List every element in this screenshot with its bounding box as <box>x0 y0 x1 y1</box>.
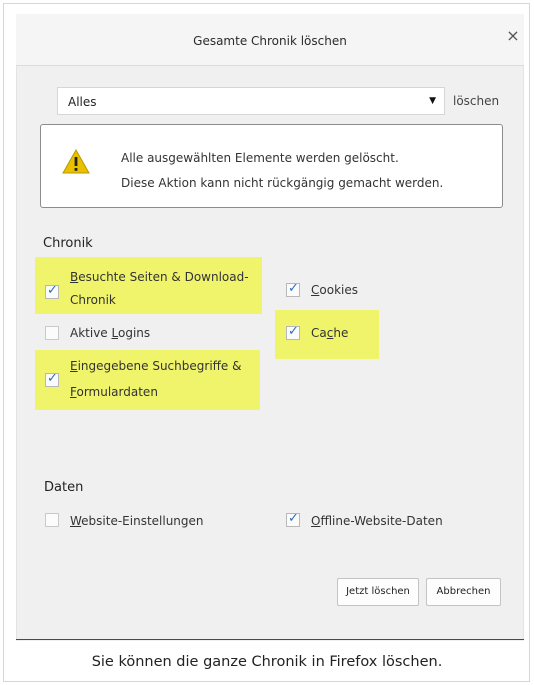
checkbox[interactable]: ✓ <box>45 371 59 387</box>
checkbox-label: Eingegebene Suchbegriffe & <box>70 359 242 373</box>
warning-line-1: Alle ausgewählten Elemente werden gelösc… <box>121 151 399 165</box>
checkbox[interactable]: ✓ <box>45 283 59 299</box>
checkbox[interactable]: ✓ <box>286 281 300 297</box>
caption-divider <box>16 639 524 640</box>
checkbox-label: Cookies <box>311 283 358 297</box>
warning-line-2: Diese Aktion kann nicht rückgängig gemac… <box>121 176 444 190</box>
checkmark-icon: ✓ <box>288 281 299 296</box>
chronik-heading: Chronik <box>43 236 93 251</box>
checkbox[interactable] <box>45 513 59 527</box>
checkbox-label-cont: Formulardaten <box>70 385 158 399</box>
checkbox[interactable]: ✓ <box>286 324 300 340</box>
warning-box: Alle ausgewählten Elemente werden gelösc… <box>40 124 503 208</box>
close-icon[interactable]: × <box>504 27 522 45</box>
image-caption: Sie können die ganze Chronik in Firefox … <box>91 654 443 670</box>
warning-triangle-icon <box>62 149 90 174</box>
checkmark-icon: ✓ <box>47 283 58 298</box>
clear-now-button[interactable]: Jetzt löschen <box>337 578 419 606</box>
time-range-select[interactable]: Alles ▼ <box>57 87 445 115</box>
dialog-titlebar: Gesamte Chronik löschen <box>16 14 524 66</box>
checkbox[interactable]: ✓ <box>286 511 300 527</box>
checkbox[interactable] <box>45 326 59 340</box>
checkmark-icon: ✓ <box>47 371 58 386</box>
checkbox-label: Aktive Logins <box>70 326 151 340</box>
time-range-value: Alles <box>68 95 97 109</box>
checkbox-label: Cache <box>311 326 349 340</box>
checkbox-label: Offline-Website-Daten <box>311 514 443 528</box>
checkmark-icon: ✓ <box>288 324 299 339</box>
checkmark-icon: ✓ <box>288 511 299 526</box>
checkbox-label: Besuchte Seiten & Download- <box>70 270 249 284</box>
time-range-suffix: löschen <box>453 94 500 108</box>
checkbox-label: Website-Einstellungen <box>70 514 204 528</box>
checkbox-label-cont: Chronik <box>70 293 116 307</box>
daten-heading: Daten <box>44 480 84 495</box>
dialog-title: Gesamte Chronik löschen <box>193 34 347 48</box>
dropdown-arrow-icon: ▼ <box>429 96 436 106</box>
cancel-button[interactable]: Abbrechen <box>426 578 501 606</box>
